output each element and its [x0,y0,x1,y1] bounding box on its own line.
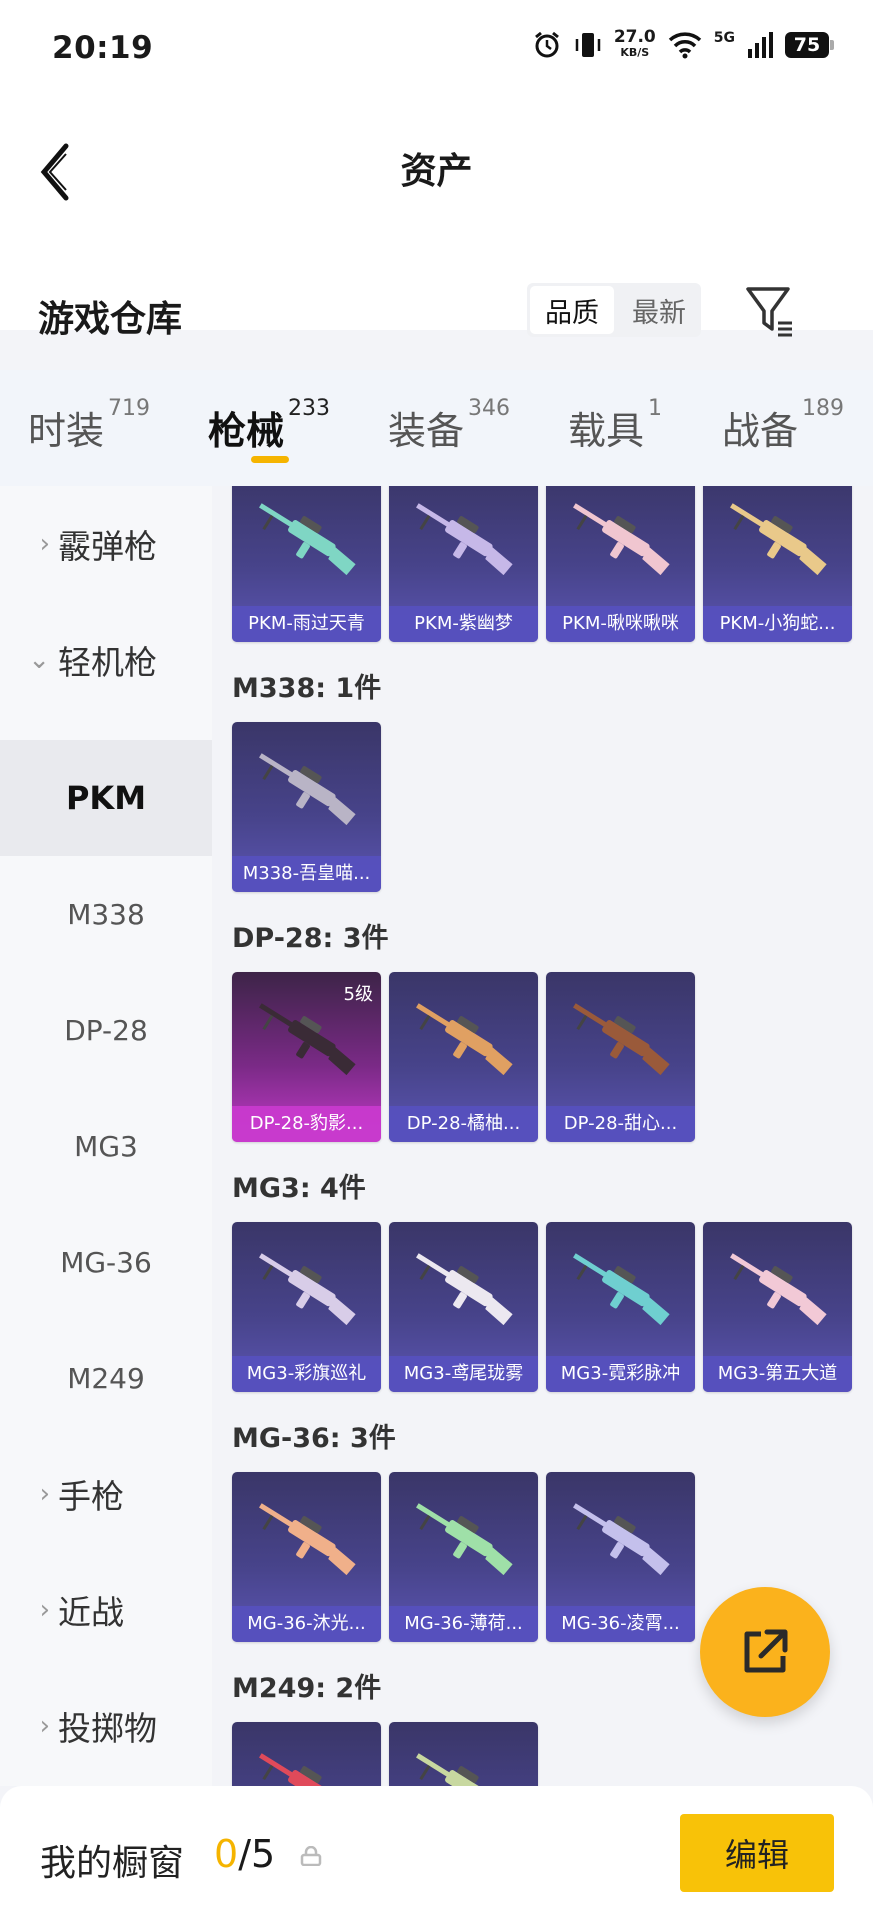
gun-image [259,1503,356,1576]
weapon-card[interactable]: MG-36-沐光... [232,1472,381,1642]
gun-image [259,503,356,576]
alarm-icon [534,31,559,58]
gun-image [259,1253,356,1326]
sidebar-item-shotgun[interactable]: › 霰弹枪 [0,486,212,602]
gun-image [573,503,670,576]
sort-latest-button[interactable]: 最新 [617,283,701,337]
sidebar-sub-mg36[interactable]: MG-36 [0,1204,212,1320]
gun-image [416,1253,513,1326]
group-label-mg36: MG-36: 3件 [232,1423,396,1454]
gun-image [416,1503,513,1576]
section-title: 游戏仓库 [38,299,183,340]
page-header: 资产 游戏仓库 品质 最新 [0,100,873,340]
gun-image [259,753,356,826]
gun-image [573,1003,670,1076]
weapon-card[interactable] [389,1722,538,1786]
gun-image [416,1753,493,1786]
gun-image [416,503,513,576]
group-label-mg3: MG3: 4件 [232,1173,366,1204]
chevron-down-icon: ⌄ [28,645,50,675]
status-icons: 27.0 KB/S 5G 75 [532,27,834,60]
share-icon [744,1629,788,1673]
showcase-label: 我的橱窗 [40,1843,185,1884]
group-label-m338: M338: 1件 [232,673,382,704]
sort-quality-button[interactable]: 品质 [530,286,614,334]
weapon-card[interactable]: MG3-彩旗巡礼 [232,1222,381,1392]
wifi-icon [668,32,701,59]
group-label-m249: M249: 2件 [232,1673,382,1704]
network-speed: 27.0 KB/S [613,27,656,60]
weapon-card[interactable] [232,1722,381,1786]
gun-image [730,1253,827,1326]
sort-toggle: 品质 最新 [527,283,701,337]
weapon-card[interactable]: PKM-雨过天青 [232,486,381,642]
share-button[interactable] [700,1587,830,1717]
weapon-card[interactable]: 5级 DP-28-豹影... [232,972,381,1142]
sidebar-sub-m338[interactable]: M338 [0,856,212,972]
weapon-card[interactable]: MG-36-薄荷... [389,1472,538,1642]
edit-button[interactable]: 编辑 [680,1814,834,1892]
weapon-card[interactable]: PKM-紫幽梦 [389,486,538,642]
sidebar-item-melee[interactable]: › 近战 [0,1552,212,1668]
chevron-right-icon: › [39,1479,50,1509]
level-badge: 5级 [343,984,373,1005]
gun-image [259,1753,336,1786]
weapon-card[interactable]: MG-36-凌霄... [546,1472,695,1642]
gun-image [730,503,827,576]
signal-icon [748,32,773,58]
weapon-card[interactable]: MG3-第五大道 [703,1222,852,1392]
sidebar-sub-m249[interactable]: M249 [0,1320,212,1436]
sidebar-item-throwables[interactable]: › 投掷物 [0,1668,212,1784]
chevron-right-icon: › [39,1595,50,1625]
tab-supplies[interactable]: 战备189 [722,396,844,455]
weapon-card[interactable]: PKM-小狗蛇... [703,486,852,642]
chevron-right-icon: › [39,529,50,559]
gun-image [573,1503,670,1576]
weapon-card[interactable]: DP-28-甜心... [546,972,695,1142]
status-bar: 20:19 27.0 KB/S 5G 75 [0,0,873,100]
battery-indicator: 75 [785,32,834,58]
lock-icon [300,1846,322,1866]
sidebar-item-pistol[interactable]: › 手枪 [0,1436,212,1552]
vibrate-icon [575,33,601,57]
tab-weapons[interactable]: 枪械233 [208,396,330,455]
tab-equipment[interactable]: 装备346 [388,396,510,455]
weapon-card[interactable]: PKM-啾咪啾咪 [546,486,695,642]
category-tabs: 时装719 枪械233 装备346 载具1 战备189 [0,370,873,486]
sidebar-sub-mg3[interactable]: MG3 [0,1088,212,1204]
filter-icon[interactable] [744,283,796,339]
sidebar-item-lmg[interactable]: ⌄ 轻机枪 [0,602,212,718]
sidebar-sub-dp28[interactable]: DP-28 [0,972,212,1088]
showcase-count: 0/5 [214,1832,276,1876]
gun-image [416,1003,513,1076]
status-time: 20:19 [52,30,154,66]
group-label-dp28: DP-28: 3件 [232,923,389,954]
weapon-card[interactable]: MG3-鸢尾珑雾 [389,1222,538,1392]
weapon-card[interactable]: M338-吾皇喵... [232,722,381,892]
weapon-card[interactable]: MG3-霓彩脉冲 [546,1222,695,1392]
sidebar: › 霰弹枪 ⌄ 轻机枪 PKM M338 DP-28 MG3 MG-36 M249 … [0,486,212,1786]
chevron-right-icon: › [39,1711,50,1741]
sidebar-sub-pkm[interactable]: PKM [0,740,212,856]
weapon-card[interactable]: DP-28-橘柚... [389,972,538,1142]
page-title: 资产 [400,151,473,192]
network-type: 5G [713,30,735,46]
showcase-bar: 我的橱窗 0/5 编辑 [0,1786,873,1920]
tab-vehicles[interactable]: 载具1 [568,396,662,455]
gun-image [573,1253,670,1326]
tab-fashion[interactable]: 时装719 [28,396,150,455]
active-tab-indicator [251,456,289,463]
